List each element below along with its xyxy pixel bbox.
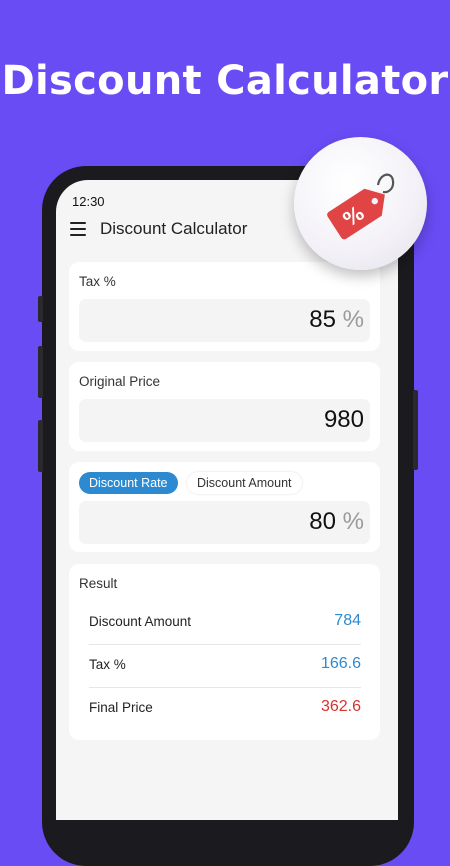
phone-power-button xyxy=(413,390,418,470)
result-row-discount-amount: Discount Amount 784 xyxy=(89,602,361,644)
app-bar-title: Discount Calculator xyxy=(100,219,248,238)
promo-title: Discount Calculator xyxy=(1,58,449,104)
percent-suffix: % xyxy=(342,306,364,333)
result-label: Tax % xyxy=(89,657,126,672)
original-price-label: Original Price xyxy=(79,374,161,389)
phone-side-button xyxy=(38,296,43,322)
original-price-input[interactable]: 980 xyxy=(79,399,370,442)
tax-label: Tax % xyxy=(79,274,116,289)
tax-input[interactable]: 85 % xyxy=(79,299,370,342)
tab-discount-rate[interactable]: Discount Rate xyxy=(79,472,178,494)
percent-suffix: % xyxy=(342,508,364,535)
discount-value: 80 xyxy=(309,508,336,535)
original-price-value: 980 xyxy=(323,406,364,433)
tax-value: 85 xyxy=(309,306,336,333)
tax-card: Tax % 85 % xyxy=(69,262,380,351)
result-title: Result xyxy=(79,576,118,591)
discount-card: Discount Rate Discount Amount 80 % xyxy=(69,462,380,552)
result-value: 362.6 xyxy=(320,698,361,715)
result-row-final-price: Final Price 362.6 xyxy=(89,688,361,730)
tab-discount-amount[interactable]: Discount Amount xyxy=(187,472,302,494)
hamburger-menu-icon[interactable] xyxy=(70,222,86,236)
price-tag-percent-icon: % xyxy=(327,173,395,240)
price-tag-badge: % xyxy=(294,137,427,270)
result-value: 166.6 xyxy=(320,655,361,672)
phone-side-button xyxy=(38,420,43,472)
result-label: Final Price xyxy=(89,700,153,715)
result-row-tax: Tax % 166.6 xyxy=(89,645,361,687)
result-label: Discount Amount xyxy=(89,614,192,629)
result-card: Result Discount Amount 784 Tax % 166.6 F… xyxy=(69,564,380,740)
original-price-card: Original Price 980 xyxy=(69,362,380,451)
app-screen: 12:30 Discount Calculator Tax % 85 % Ori… xyxy=(56,180,398,820)
status-time: 12:30 xyxy=(72,194,105,209)
phone-side-button xyxy=(38,346,43,398)
discount-input[interactable]: 80 % xyxy=(79,501,370,544)
result-value: 784 xyxy=(334,612,361,629)
